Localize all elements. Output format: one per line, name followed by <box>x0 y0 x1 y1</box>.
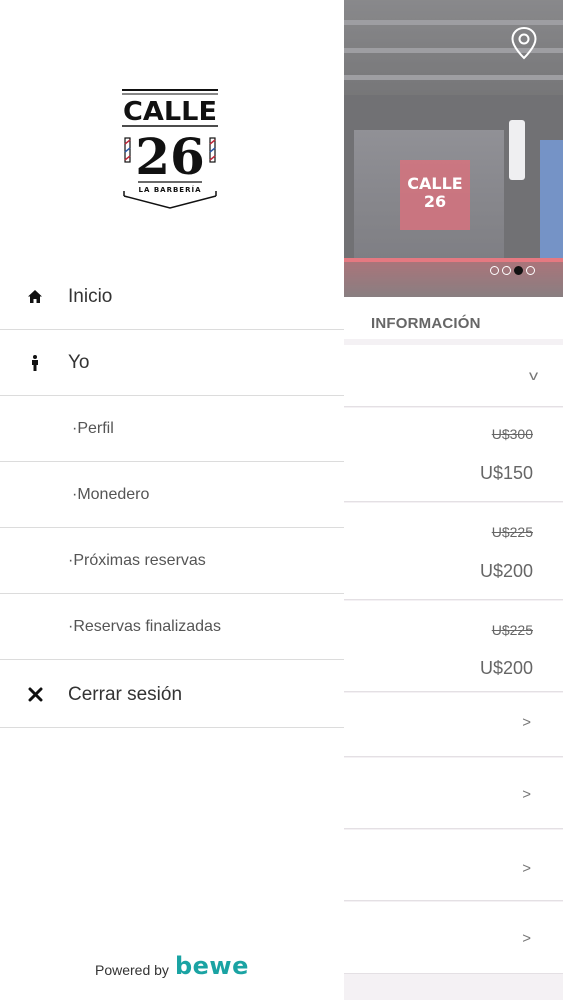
menu-item-label: Inicio <box>68 285 113 307</box>
link-card[interactable]: > <box>344 693 563 757</box>
service-card[interactable]: U$300 U$150 <box>344 408 563 502</box>
powered-by-footer[interactable]: Powered by bewe <box>95 952 249 980</box>
menu-item-cerrar-sesion[interactable]: Cerrar sesión <box>0 662 344 728</box>
menu-item-reservas-finalizadas[interactable]: ·Reservas finalizadas <box>0 594 344 660</box>
close-icon <box>25 662 45 727</box>
submenu-item-label: ·Reservas finalizadas <box>68 617 221 635</box>
submenu-item-label: ·Monedero <box>72 485 150 503</box>
old-price: U$300 <box>491 426 533 442</box>
carousel-dots[interactable] <box>490 266 535 275</box>
logo-name: CALLE <box>123 97 217 127</box>
calle26-logo: CALLE 26 LA BARBERÍA <box>120 88 220 210</box>
old-price: U$225 <box>491 524 533 540</box>
menu-item-monedero[interactable]: ·Monedero <box>0 462 344 528</box>
chevron-down-icon[interactable]: v <box>529 367 538 383</box>
price: U$200 <box>479 561 533 581</box>
link-card[interactable]: > <box>344 758 563 829</box>
expand-card[interactable]: v <box>344 345 563 407</box>
chevron-right-icon[interactable]: > <box>522 786 531 803</box>
service-card[interactable]: U$225 U$200 <box>344 601 563 692</box>
person-icon <box>25 330 45 395</box>
old-price: U$225 <box>491 622 533 638</box>
carousel-dot[interactable] <box>490 266 499 275</box>
carousel-dot[interactable] <box>526 266 535 275</box>
location-pin-icon[interactable] <box>510 26 538 60</box>
logo-number: 26 <box>135 127 205 186</box>
menu-item-label: Cerrar sesión <box>68 683 183 705</box>
hero-carousel[interactable]: CALLE 26 <box>344 0 563 297</box>
logo-graphic: CALLE 26 LA BARBERÍA <box>122 89 218 209</box>
carousel-dot[interactable] <box>502 266 511 275</box>
menu-item-proximas-reservas[interactable]: ·Próximas reservas <box>0 528 344 594</box>
chevron-right-icon[interactable]: > <box>522 714 531 731</box>
chevron-right-icon[interactable]: > <box>522 930 531 947</box>
link-card[interactable]: > <box>344 902 563 974</box>
price: U$200 <box>479 658 533 678</box>
background-app: CALLE 26 INFORMACIÓN v U$300 U$150 U$225 … <box>344 0 563 1000</box>
menu-item-inicio[interactable]: Inicio <box>0 264 344 330</box>
chevron-right-icon[interactable]: > <box>522 860 531 877</box>
link-card[interactable]: > <box>344 830 563 901</box>
menu-item-perfil[interactable]: ·Perfil <box>0 396 344 462</box>
menu-item-yo[interactable]: Yo <box>0 330 344 396</box>
carousel-dot-active[interactable] <box>514 266 523 275</box>
navigation-drawer: CALLE 26 LA BARBERÍA Inicio Yo ·Perfil ·… <box>0 0 344 1000</box>
submenu-item-label: ·Perfil <box>72 419 114 437</box>
price: U$150 <box>479 463 533 483</box>
info-title: INFORMACIÓN <box>371 315 481 332</box>
submenu-item-label: ·Próximas reservas <box>68 551 206 569</box>
logo-tagline: LA BARBERÍA <box>139 185 202 194</box>
menu-item-label: Yo <box>68 351 90 373</box>
home-icon <box>25 264 45 329</box>
powered-by-text: Powered by <box>95 962 169 978</box>
service-card[interactable]: U$225 U$200 <box>344 503 563 600</box>
bewe-logo[interactable]: bewe <box>175 952 249 980</box>
